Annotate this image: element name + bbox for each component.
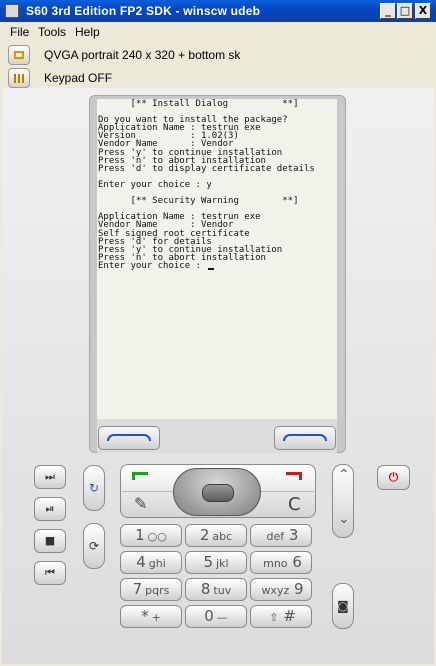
key-6[interactable]: mno 6 bbox=[250, 551, 312, 574]
end-call-key-icon[interactable] bbox=[286, 472, 302, 480]
maximize-button[interactable]: □ bbox=[397, 3, 413, 19]
clear-key[interactable]: C bbox=[288, 494, 301, 515]
console-output: [** Install Dialog **] Do you want to in… bbox=[98, 99, 315, 271]
multimedia-key[interactable]: ⟳ bbox=[83, 523, 105, 569]
navigation-joystick[interactable] bbox=[173, 468, 261, 516]
resolution-label: QVGA portrait 240 x 320 + bottom sk bbox=[44, 48, 241, 62]
right-softkey[interactable] bbox=[274, 426, 336, 450]
edit-key-icon[interactable]: ✎ bbox=[134, 494, 147, 513]
key-4[interactable]: 4 ghi bbox=[120, 551, 182, 574]
key-hash[interactable]: ⇧ # bbox=[250, 605, 312, 628]
key-2[interactable]: 2 abc bbox=[185, 524, 247, 547]
screen-layout-icon[interactable] bbox=[8, 45, 30, 65]
key-9[interactable]: wxyz 9 bbox=[250, 578, 312, 601]
call-key-icon[interactable] bbox=[132, 472, 148, 480]
menu-tools[interactable]: Tools bbox=[38, 25, 66, 39]
key-1[interactable]: 1 ○○ bbox=[120, 524, 182, 547]
text-cursor bbox=[208, 267, 215, 270]
key-8[interactable]: 8 tuv bbox=[185, 578, 247, 601]
minimize-button[interactable]: _ bbox=[380, 3, 396, 19]
next-track-key[interactable]: ⏭ bbox=[34, 465, 66, 489]
previous-track-key[interactable]: ⏮ bbox=[34, 561, 66, 585]
menu-help[interactable]: Help bbox=[75, 25, 100, 39]
key-7[interactable]: 7 pqrs bbox=[120, 578, 182, 601]
camera-key[interactable]: ◙ bbox=[332, 583, 354, 629]
keypad-toggle-icon[interactable] bbox=[8, 68, 30, 88]
key-3[interactable]: def 3 bbox=[250, 524, 312, 547]
stop-key[interactable]: ■ bbox=[34, 529, 66, 553]
menu-file[interactable]: File bbox=[10, 25, 29, 39]
play-pause-key[interactable]: ⏯ bbox=[34, 497, 66, 521]
key-0[interactable]: 0— bbox=[185, 605, 247, 628]
close-button[interactable]: X bbox=[415, 3, 431, 19]
app-icon bbox=[5, 4, 19, 18]
menu-bar: File Tools Help bbox=[0, 22, 436, 42]
window-title: S60 3rd Edition FP2 SDK - winscw udeb bbox=[26, 4, 261, 18]
key-star[interactable]: * + bbox=[120, 605, 182, 628]
key-5[interactable]: 5 jkl bbox=[185, 551, 247, 574]
menu-key[interactable]: ↻ bbox=[83, 465, 105, 511]
power-key[interactable]: ⏻ bbox=[377, 465, 410, 490]
title-bar: S60 3rd Edition FP2 SDK - winscw udeb _ … bbox=[0, 0, 436, 22]
keypad-label: Keypad OFF bbox=[44, 71, 113, 85]
left-softkey[interactable] bbox=[98, 426, 160, 450]
device-screen[interactable]: [** Install Dialog **] Do you want to in… bbox=[97, 99, 337, 419]
volume-rocker[interactable] bbox=[332, 464, 354, 538]
